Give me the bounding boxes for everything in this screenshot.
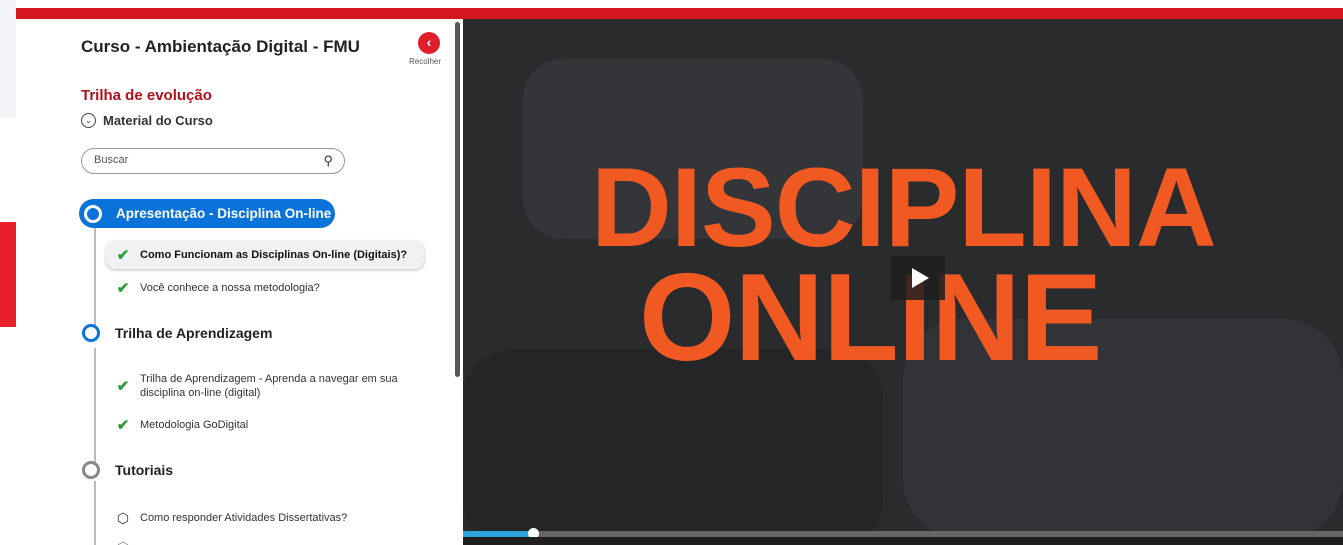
cube-icon: ⬡ <box>116 509 130 526</box>
video-title-line1: DISCIPLINA <box>591 145 1217 270</box>
lesson-item[interactable]: ✔ Você conhece a nossa metodologia? <box>113 277 433 299</box>
video-title-line2: ONLINE <box>639 249 1102 387</box>
left-rail <box>0 0 16 545</box>
chevron-left-icon: ‹ <box>426 34 432 50</box>
course-sidebar: Curso - Ambientação Digital - FMU ‹ Reco… <box>16 19 453 545</box>
lesson-item[interactable]: ✔ Trilha de Aprendizagem - Aprenda a nav… <box>113 370 403 402</box>
course-title: Curso - Ambientação Digital - FMU <box>81 37 360 56</box>
lesson-item[interactable]: ✔ Como Funcionam as Disciplinas On-line … <box>106 241 424 269</box>
in-progress-section-icon <box>82 324 100 342</box>
lesson-item[interactable]: ⬡ Como responder Atividades Dissertativa… <box>113 507 403 529</box>
trail-title: Trilha de evolução <box>81 87 212 104</box>
video-controls-bar <box>463 537 1343 545</box>
section-trilha[interactable]: Trilha de Aprendizagem <box>79 324 272 342</box>
search-box: ⚲ <box>81 148 345 174</box>
timeline-line <box>94 216 96 328</box>
search-input[interactable] <box>92 153 316 167</box>
check-icon: ✔ <box>116 280 130 297</box>
sidebar-scrollbar-thumb[interactable] <box>455 22 460 377</box>
section-label: Apresentação - Disciplina On-line <box>116 206 332 221</box>
lesson-label: Como Funcionam as Disciplinas On-line (D… <box>140 249 408 261</box>
rail-segment <box>0 327 16 545</box>
cube-icon: ⬡ <box>113 539 133 545</box>
not-started-section-icon <box>82 461 100 479</box>
collapse-label[interactable]: Recolher <box>409 57 441 66</box>
top-bar <box>0 0 1343 19</box>
section-label: Tutoriais <box>115 462 174 478</box>
material-toggle[interactable]: ⌄ Material do Curso <box>81 113 213 128</box>
lesson-label: Metodologia GoDigital <box>140 419 249 431</box>
rail-active-segment[interactable] <box>0 222 16 327</box>
timeline-line <box>94 348 96 464</box>
chevron-down-icon: ⌄ <box>81 113 96 128</box>
lesson-item[interactable]: ✔ Metodologia GoDigital <box>113 414 403 436</box>
video-player[interactable]: DISCIPLINA ONLINE <box>463 19 1343 545</box>
brand-stripe <box>16 8 1343 19</box>
search-icon[interactable]: ⚲ <box>323 153 333 169</box>
active-section-icon <box>84 204 102 223</box>
check-icon: ✔ <box>116 417 130 434</box>
lesson-item-partial[interactable]: ⬡ <box>113 536 403 545</box>
material-label: Material do Curso <box>103 113 213 128</box>
rail-segment <box>0 118 16 223</box>
play-icon <box>911 268 929 288</box>
check-icon: ✔ <box>116 247 130 264</box>
play-button[interactable] <box>891 256 945 300</box>
collapse-button[interactable]: ‹ <box>418 32 440 54</box>
timeline-line <box>94 481 96 545</box>
section-label: Trilha de Aprendizagem <box>115 325 273 341</box>
check-icon: ✔ <box>116 378 130 395</box>
section-apresentacao[interactable]: Apresentação - Disciplina On-line <box>79 199 335 228</box>
lesson-label: Trilha de Aprendizagem - Aprenda a naveg… <box>140 373 398 399</box>
lesson-label: Você conhece a nossa metodologia? <box>140 282 320 294</box>
lesson-label: Como responder Atividades Dissertativas? <box>140 512 348 524</box>
section-tutoriais[interactable]: Tutoriais <box>79 461 173 479</box>
